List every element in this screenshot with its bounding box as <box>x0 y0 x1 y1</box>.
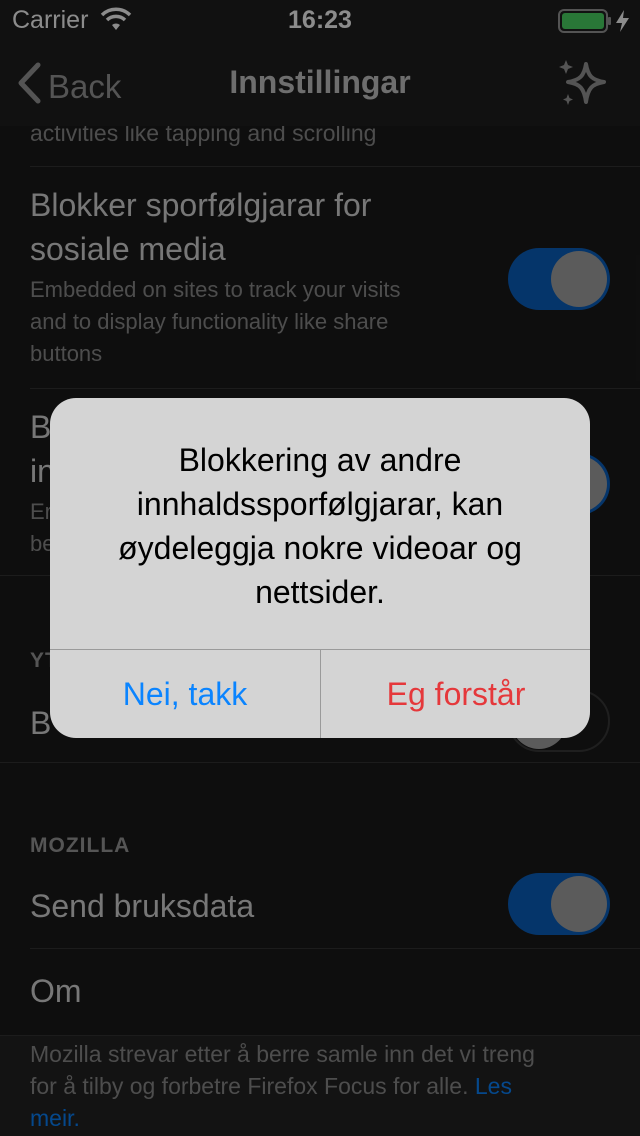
alert-message-line-2: innhaldssporfølgjarar, kan <box>136 486 504 522</box>
alert-message: Blokkering av andre innhaldssporfølgjara… <box>90 438 550 614</box>
alert-message-line-3: øydeleggja nokre videoar og <box>118 530 522 566</box>
cancel-button[interactable]: Nei, takk <box>50 650 320 738</box>
alert-message-line-1: Blokkering av andre <box>178 442 462 478</box>
alert-message-line-4: nettsider. <box>255 574 385 610</box>
alert-dialog: Blokkering av andre innhaldssporfølgjara… <box>50 398 590 738</box>
confirm-button[interactable]: Eg forstår <box>321 650 590 738</box>
